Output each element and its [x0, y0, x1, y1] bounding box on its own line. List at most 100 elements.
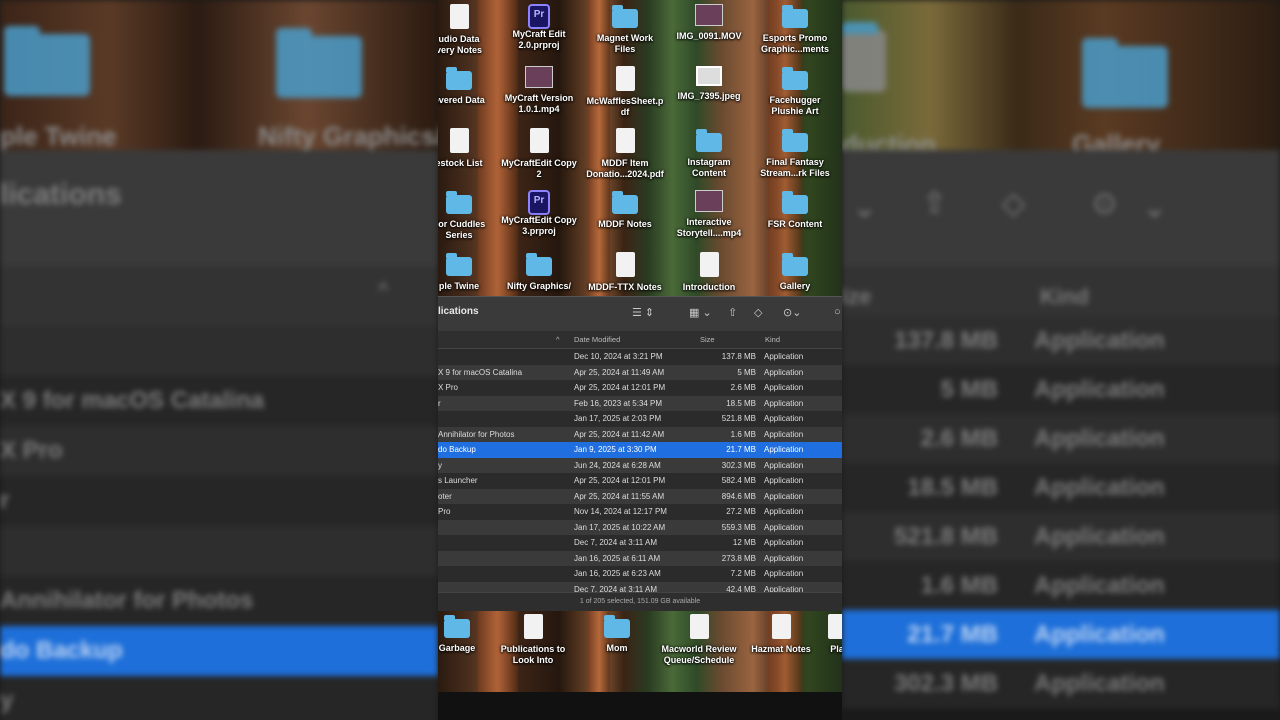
desktop-item[interactable]: estock List — [438, 128, 498, 169]
app-name: Pro — [438, 507, 451, 516]
desktop-item[interactable]: MDDF-TTX Notes — [586, 252, 664, 293]
desktop-item[interactable]: IMG_7395.jpeg — [670, 66, 748, 102]
desktop-item[interactable]: Pr MyCraftEdit Copy 3.prproj — [500, 190, 578, 237]
table-row-selected[interactable]: do Backup Jan 9, 2025 at 3:30 PM 21.7 MB Ap… — [438, 442, 842, 458]
table-row[interactable]: Jan 17, 2025 at 2:03 PM 521.8 MB Applicati… — [438, 411, 842, 427]
blurred-size: 521.8 MB — [893, 523, 998, 550]
desktop-item[interactable]: Garbage — [438, 614, 496, 654]
blurred-app-name: r — [0, 487, 10, 514]
desktop-item[interactable]: Macworld Review Queue/Schedule — [660, 614, 738, 666]
folder-icon — [446, 67, 472, 90]
blurred-row: 18.5 MB Application — [842, 463, 1280, 513]
date-modified: Jan 16, 2025 at 6:23 AM — [574, 569, 661, 578]
table-row[interactable]: y Jun 24, 2024 at 6:28 AM 302.3 MB Applicat… — [438, 457, 842, 473]
date-modified: Jan 17, 2025 at 10:22 AM — [574, 522, 666, 532]
desktop-item[interactable]: Mom — [578, 614, 656, 654]
desktop-item[interactable]: IMG_0091.MOV — [670, 4, 748, 42]
desktop-item[interactable]: MyCraftEdit Copy 2 — [500, 128, 578, 180]
finder-window[interactable]: lications ☰ ⇕ ▦ ⌄ ⇧ ◇ ⊙⌄ ○ ^ Date Modifi… — [438, 296, 842, 611]
desktop-item-label: MDDF-TTX Notes — [588, 282, 662, 292]
size-column-header[interactable]: Size — [700, 335, 715, 344]
desktop-item[interactable]: Pr MyCraft Edit 2.0.prproj — [500, 4, 578, 51]
desktop-item[interactable]: MDDF Notes — [586, 190, 664, 230]
table-row[interactable]: X Pro Apr 25, 2024 at 12:01 PM 2.6 MB Appli… — [438, 380, 842, 396]
table-row[interactable]: Jan 16, 2025 at 6:11 AM 273.8 MB Applicati… — [438, 550, 842, 566]
desktop-item[interactable]: overed Data — [438, 66, 498, 106]
file-kind: Application — [764, 522, 804, 532]
table-row[interactable]: Jan 17, 2025 at 10:22 AM 559.3 MB Applicat… — [438, 519, 842, 535]
more-icon[interactable]: ⊙⌄ — [783, 306, 801, 319]
blurred-kind: Application — [1034, 621, 1165, 648]
folder-icon — [526, 253, 552, 276]
blurred-size: 5 MB — [940, 376, 998, 403]
desktop-item-label: Magnet Work Files — [596, 33, 654, 54]
desktop-item[interactable]: Nifty Graphics/ — [500, 252, 578, 292]
desktop-item[interactable]: Introduction — [670, 252, 748, 293]
file-kind: Application — [764, 553, 804, 563]
tag-icon: ◇ — [1002, 187, 1026, 220]
desktop-item-label: Mom — [606, 643, 628, 653]
desktop-item[interactable]: MyCraft Version 1.0.1.mp4 — [500, 66, 578, 115]
desktop-item[interactable]: udio Data very Notes — [438, 4, 498, 56]
name-sort-indicator[interactable]: ^ — [556, 335, 560, 344]
blurred-row: do Backup — [0, 626, 438, 676]
file-size: 7.2 MB — [730, 569, 756, 578]
desktop-item[interactable]: Pla — [798, 614, 842, 655]
date-column-header[interactable]: Date Modified — [574, 335, 620, 344]
desktop-item-label: ple Twine — [438, 281, 480, 291]
share-icon[interactable]: ⇧ — [728, 306, 737, 319]
desktop-item[interactable]: FSR Content — [756, 190, 834, 230]
desktop-item[interactable]: Interactive Storytell....mp4 — [670, 190, 748, 239]
table-row[interactable]: Dec 10, 2024 at 3:21 PM 137.8 MB Applicati… — [438, 349, 842, 365]
folder-icon — [696, 129, 722, 152]
blurred-window-title: lications — [0, 178, 122, 211]
table-row[interactable]: Dec 7, 2024 at 3:11 AM 12 MB Application — [438, 535, 842, 551]
date-modified: Feb 16, 2023 at 5:34 PM — [574, 398, 663, 408]
desktop-item[interactable]: MDDF Item Donatio...2024.pdf — [586, 128, 664, 180]
desktop-item[interactable]: Instagram Content — [670, 128, 748, 179]
blurred-row: 1.6 MB Application — [842, 561, 1280, 611]
blurred-app-name: y — [0, 687, 14, 714]
blurred-app-name: do Backup — [0, 637, 123, 664]
folder-icon — [782, 191, 808, 214]
file-size: 27.2 MB — [726, 507, 756, 516]
tag-icon[interactable]: ◇ — [754, 306, 762, 319]
desktop-item[interactable]: Esports Promo Graphic...ments — [756, 4, 834, 55]
table-row[interactable]: oter Apr 25, 2024 at 11:55 AM 894.6 MB Appl… — [438, 488, 842, 504]
desktop-item[interactable]: Facehugger Plushie Art — [756, 66, 834, 117]
table-row[interactable]: Pro Nov 14, 2024 at 12:17 PM 27.2 MB Applic… — [438, 504, 842, 520]
search-icon[interactable]: ○ — [834, 306, 841, 318]
date-modified: Jan 9, 2025 at 3:30 PM — [574, 445, 657, 454]
file-size: 582.4 MB — [721, 476, 756, 485]
blurred-row: 2.6 MB Application — [842, 414, 1280, 464]
desktop-item[interactable]: Magnet Work Files — [586, 4, 664, 55]
blurred-size: 302.3 MB — [893, 670, 998, 697]
desktop-item[interactable]: Final Fantasy Stream...rk Files — [756, 128, 834, 179]
desktop-item[interactable]: For CuddlesSeries — [438, 190, 498, 241]
phone-capture: udio Data very Notes Pr MyCraft Edit 2.0.prp… — [438, 0, 842, 720]
blurred-app-name: X Pro — [0, 437, 63, 464]
date-modified: Dec 10, 2024 at 3:21 PM — [574, 352, 663, 361]
file-kind: Application — [764, 491, 804, 501]
chevron-up-icon: ^ — [378, 278, 389, 303]
chevron-down-icon: ⌄ — [852, 191, 878, 224]
desktop-item-label: McWafflesSheet.p df — [586, 96, 664, 117]
table-row[interactable]: X 9 for macOS Catalina Apr 25, 2024 at 11… — [438, 364, 842, 380]
table-row[interactable]: r Feb 16, 2023 at 5:34 PM 18.5 MB Applicati… — [438, 395, 842, 411]
grid-view-icon[interactable]: ▦ ⌄ — [689, 306, 712, 319]
file-size: 1.6 MB — [730, 429, 756, 439]
desktop-item[interactable]: Publications to Look Into — [494, 614, 572, 666]
kind-column-header[interactable]: Kind — [765, 335, 780, 344]
desktop-item-label: Interactive Storytell....mp4 — [676, 217, 742, 238]
date-modified: Apr 25, 2024 at 12:01 PM — [574, 476, 666, 485]
desktop-item[interactable]: McWafflesSheet.p df — [586, 66, 664, 118]
list-view-icon[interactable]: ☰ ⇕ — [632, 306, 654, 319]
blurred-size: 21.7 MB — [907, 621, 998, 648]
table-row[interactable]: Jan 16, 2025 at 6:23 AM 7.2 MB Application — [438, 566, 842, 582]
desktop-item[interactable]: Gallery — [756, 252, 834, 292]
table-row[interactable]: Annihilator for Photos Apr 25, 2024 at 11… — [438, 426, 842, 442]
table-row[interactable]: s Launcher Apr 25, 2024 at 12:01 PM 582.4 … — [438, 473, 842, 489]
desktop-item[interactable]: ple Twine — [438, 252, 498, 292]
document-icon — [615, 252, 635, 277]
finder-toolbar: lications ☰ ⇕ ▦ ⌄ ⇧ ◇ ⊙⌄ ○ — [438, 297, 842, 332]
